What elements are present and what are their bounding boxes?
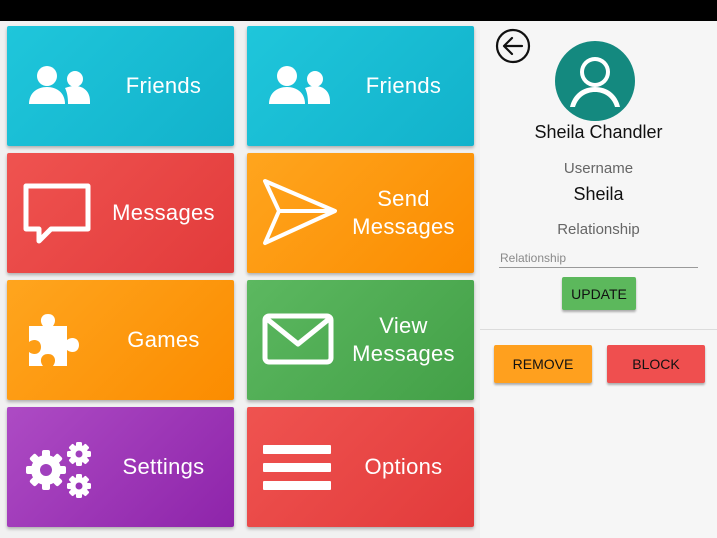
friends-tile[interactable]: Friends (247, 26, 474, 146)
tile-label: Messages (112, 200, 215, 225)
messages-tile[interactable]: Messages (7, 153, 234, 273)
people-icon (259, 46, 339, 126)
send-icon (259, 173, 339, 253)
games-tile[interactable]: Games (7, 280, 234, 400)
avatar (555, 41, 635, 121)
relationship-caption: Relationship (557, 221, 640, 238)
settings-tile[interactable]: Settings (7, 407, 234, 527)
tile-label: Friends (125, 73, 202, 98)
relationship-input[interactable] (499, 248, 698, 268)
puzzle-icon (19, 300, 99, 380)
tile-label: Send Messages (352, 186, 455, 239)
tile-label: Friends (365, 73, 442, 98)
tile-label: Settings (122, 454, 205, 479)
status-bar (0, 0, 717, 21)
divider (480, 329, 717, 330)
friends-tile[interactable]: Friends (7, 26, 234, 146)
username-value: Sheila (573, 184, 624, 204)
people-icon (19, 46, 99, 126)
back-button[interactable] (495, 28, 531, 64)
avatar-icon (555, 41, 635, 121)
back-arrow-icon (495, 28, 531, 64)
gears-icon (19, 427, 99, 507)
chat-bubble-icon (19, 173, 99, 253)
send-messages-tile[interactable]: Send Messages (247, 153, 474, 273)
block-button[interactable]: BLOCK (607, 345, 705, 383)
envelope-icon (259, 300, 339, 380)
update-button[interactable]: UPDATE (562, 277, 636, 310)
tile-label: Options (364, 454, 443, 479)
tile-label: View Messages (352, 313, 455, 366)
profile-name: Sheila Chandler (534, 122, 663, 142)
menu-icon (259, 427, 339, 507)
view-messages-tile[interactable]: View Messages (247, 280, 474, 400)
username-caption: Username (563, 160, 634, 177)
tile-label: Games (127, 327, 200, 352)
remove-button[interactable]: REMOVE (494, 345, 592, 383)
options-tile[interactable]: Options (247, 407, 474, 527)
